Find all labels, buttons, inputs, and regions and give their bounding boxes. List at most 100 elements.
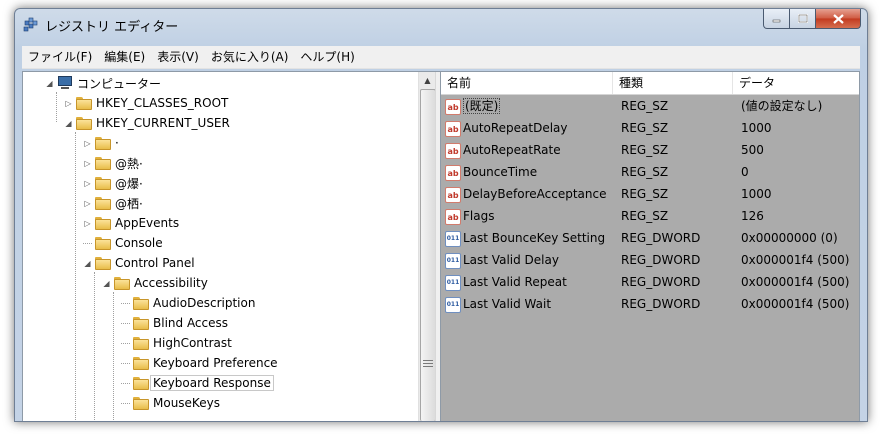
collapsed-arrow-icon[interactable]: ▷ (83, 179, 92, 188)
registry-tree[interactable]: ◢ コンピューター ▷ HKEY_CLASSES_ROOT ◢ HKEY_CURRENT_… (23, 72, 418, 421)
value-type: REG_DWORD (621, 297, 701, 311)
value-row[interactable]: 011 Last Valid Wait REG_DWORD 0x000001f4 (5… (441, 293, 859, 315)
expanded-arrow-icon[interactable]: ◢ (102, 279, 111, 288)
value-data: 1000 (741, 187, 772, 201)
menu-help[interactable]: ヘルプ(H) (294, 47, 360, 67)
tree-item[interactable]: ◢ コンピューター (45, 73, 161, 93)
menu-favorites[interactable]: お気に入り(A) (205, 47, 295, 67)
value-row[interactable]: 011 Last Valid Delay REG_DWORD 0x000001f4 (… (441, 249, 859, 271)
menu-bar: ファイル(F) 編集(E) 表示(V) お気に入り(A) ヘルプ(H) (22, 46, 860, 69)
tree-item[interactable]: MouseKeys (121, 393, 220, 413)
menu-edit[interactable]: 編集(E) (98, 47, 151, 67)
value-type: REG_DWORD (621, 253, 701, 267)
minimize-button[interactable] (763, 9, 790, 29)
value-name: Last BounceKey Setting (463, 231, 606, 245)
tree-item[interactable]: ◢ Control Panel (83, 253, 194, 273)
tree-item-label: @爆· (115, 176, 143, 191)
folder-icon (95, 236, 111, 250)
tree-item-label: HKEY_CURRENT_USER (96, 116, 230, 130)
tree-item-label: HKEY_CLASSES_ROOT (96, 96, 229, 110)
folder-icon (95, 256, 111, 270)
column-header-type[interactable]: 種類 (613, 72, 733, 94)
title-bar[interactable]: レジストリ エディター (15, 9, 867, 39)
column-header-data[interactable]: データ (733, 72, 867, 94)
close-button[interactable] (816, 9, 861, 29)
tree-item[interactable]: ▷ · (83, 133, 118, 153)
scroll-thumb[interactable] (420, 89, 436, 421)
menu-view[interactable]: 表示(V) (151, 47, 205, 67)
folder-icon (95, 136, 111, 150)
value-row[interactable]: ab AutoRepeatDelay REG_SZ 1000 (441, 117, 859, 139)
tree-spacer (121, 322, 130, 324)
menu-file[interactable]: ファイル(F) (22, 47, 98, 67)
collapsed-arrow-icon[interactable]: ▷ (83, 159, 92, 168)
scroll-up-button[interactable]: ▲ (419, 72, 436, 89)
value-row[interactable]: 011 Last Valid Repeat REG_DWORD 0x000001f4 … (441, 271, 859, 293)
value-type: REG_DWORD (621, 275, 701, 289)
string-value-icon: ab (445, 121, 461, 137)
tree-item[interactable]: ▷ HKEY_CLASSES_ROOT (64, 93, 228, 113)
tree-item[interactable]: ▷ @栖· (83, 193, 143, 213)
dword-value-icon: 011 (445, 253, 461, 269)
value-name: Last Valid Wait (463, 297, 552, 311)
tree-item-label: Keyboard Preference (153, 356, 278, 370)
tree-item[interactable]: ◢ HKEY_CURRENT_USER (64, 113, 230, 133)
tree-item-label: コンピューター (77, 76, 162, 91)
value-row[interactable]: ab Flags REG_SZ 126 (441, 205, 859, 227)
value-name-text: (既定) (463, 98, 501, 114)
tree-item[interactable]: ▷ @熱· (83, 153, 143, 173)
tree-item[interactable]: Console (83, 233, 163, 253)
tree-item[interactable]: ◢ Accessibility (102, 273, 207, 293)
value-type: REG_SZ (621, 121, 669, 135)
folder-icon (95, 156, 111, 170)
value-data: 1000 (741, 121, 772, 135)
value-data: 0 (741, 165, 749, 179)
string-value-icon: ab (445, 143, 461, 159)
value-row[interactable]: ab DelayBeforeAcceptance REG_SZ 1000 (441, 183, 859, 205)
registry-editor-window: レジストリ エディター ファイル(F) 編集(E) 表示(V) お気に入り(A)… (14, 8, 868, 422)
collapsed-arrow-icon[interactable]: ▷ (83, 219, 92, 228)
tree-item[interactable]: AudioDescription (121, 293, 255, 313)
value-row[interactable]: 011 Last BounceKey Setting REG_DWORD 0x0000… (441, 227, 859, 249)
dword-value-icon: 011 (445, 231, 461, 247)
tree-item[interactable]: Keyboard Preference (121, 353, 278, 373)
column-header-name[interactable]: 名前 (441, 72, 613, 94)
value-type: REG_SZ (621, 209, 669, 223)
tree-spacer (121, 342, 130, 344)
close-icon (832, 13, 844, 24)
window-title: レジストリ エディター (45, 20, 179, 35)
value-data: 126 (741, 209, 764, 223)
value-data: (値の設定なし) (741, 99, 823, 113)
tree-item[interactable]: Keyboard Response (121, 373, 274, 393)
value-type: REG_SZ (621, 143, 669, 157)
tree-item[interactable]: ▷ @爆· (83, 173, 143, 193)
tree-spacer (121, 302, 130, 304)
value-row[interactable]: ab BounceTime REG_SZ 0 (441, 161, 859, 183)
panes: ◢ コンピューター ▷ HKEY_CLASSES_ROOT ◢ HKEY_CURRENT_… (22, 71, 860, 421)
value-name: Flags (463, 209, 495, 223)
tree-scrollbar[interactable]: ▲ (418, 72, 436, 421)
tree-item-label: MouseKeys (153, 396, 220, 410)
expanded-arrow-icon[interactable]: ◢ (64, 119, 73, 128)
expanded-arrow-icon[interactable]: ◢ (45, 79, 54, 88)
value-name: Last Valid Delay (463, 253, 559, 267)
tree-item-label: HighContrast (153, 336, 232, 350)
value-list[interactable]: 名前 種類 データ ab (既定) REG_SZ (値の設定なし) ab AutoRepe… (441, 72, 859, 421)
value-name: BounceTime (463, 165, 538, 179)
folder-icon (76, 96, 92, 110)
collapsed-arrow-icon[interactable]: ▷ (83, 139, 92, 148)
tree-item[interactable]: HighContrast (121, 333, 232, 353)
caption-buttons (763, 9, 861, 29)
folder-icon (114, 276, 130, 290)
maximize-button[interactable] (790, 9, 816, 29)
tree-item[interactable]: ▷ AppEvents (83, 213, 179, 233)
value-type: REG_DWORD (621, 231, 701, 245)
expanded-arrow-icon[interactable]: ◢ (83, 259, 92, 268)
value-row[interactable]: ab (既定) REG_SZ (値の設定なし) (441, 95, 859, 117)
folder-icon (133, 356, 149, 370)
value-row[interactable]: ab AutoRepeatRate REG_SZ 500 (441, 139, 859, 161)
tree-item[interactable]: Blind Access (121, 313, 228, 333)
value-data: 0x00000000 (0) (741, 231, 838, 245)
collapsed-arrow-icon[interactable]: ▷ (64, 99, 73, 108)
collapsed-arrow-icon[interactable]: ▷ (83, 199, 92, 208)
